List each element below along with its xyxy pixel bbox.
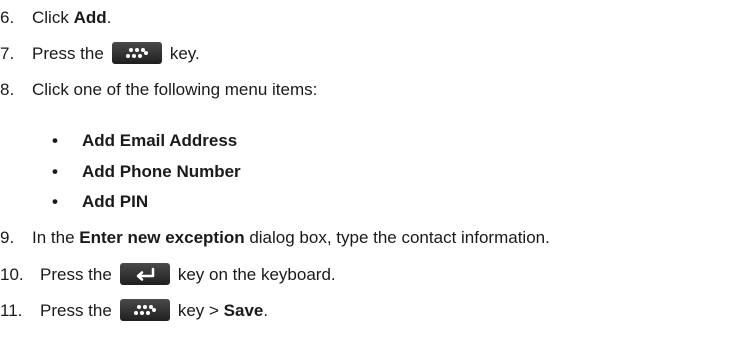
step-number: 11.	[0, 301, 23, 320]
step-text: Press the	[40, 301, 112, 320]
blackberry-menu-key-icon	[111, 42, 162, 65]
step-7: 7. Press the key.	[0, 41, 200, 67]
step-punct: .	[106, 8, 112, 27]
step-6: 6. Click Add.	[0, 5, 111, 31]
list-item: • Add PIN	[52, 189, 148, 215]
menu-item-name: Add Email Address	[82, 131, 238, 150]
blackberry-menu-key-icon	[119, 299, 170, 322]
step-number: 8.	[0, 80, 15, 99]
step-9: 9. In the Enter new exception dialog box,…	[0, 225, 550, 251]
ui-term: Add	[73, 8, 107, 27]
step-11: 11. Press the key > Save.	[0, 298, 268, 324]
bullet: •	[52, 162, 58, 181]
step-text: key >	[177, 301, 224, 320]
step-number: 10.	[0, 265, 24, 284]
step-text: Click	[32, 8, 74, 27]
enter-key-icon	[119, 263, 170, 286]
step-number: 9.	[0, 228, 15, 247]
step-text: Press the	[40, 265, 112, 284]
menu-item-name: Add PIN	[82, 192, 149, 211]
list-item: • Add Phone Number	[52, 159, 241, 185]
step-number: 7.	[0, 44, 15, 63]
bullet: •	[52, 192, 58, 211]
step-number: 6.	[0, 8, 15, 27]
bullet: •	[52, 131, 58, 150]
step-10: 10. Press the key on the keyboard.	[0, 262, 336, 288]
instruction-list: 6. Click Add. 7. Press the key. 8. Click on…	[0, 0, 745, 338]
step-text: In the	[32, 228, 80, 247]
step-text: key on the keyboard.	[177, 265, 336, 284]
step-punct: .	[263, 301, 269, 320]
list-item: • Add Email Address	[52, 128, 237, 154]
step-text: Click one of the following menu items:	[32, 80, 318, 99]
ui-term: Enter new exception	[79, 228, 245, 247]
step-text: dialog box, type the contact information…	[244, 228, 550, 247]
step-text: key.	[169, 44, 200, 63]
ui-term: Save	[223, 301, 264, 320]
step-8: 8. Click one of the following menu items:	[0, 77, 317, 103]
step-text: Press the	[32, 44, 104, 63]
menu-item-name: Add Phone Number	[82, 162, 241, 181]
